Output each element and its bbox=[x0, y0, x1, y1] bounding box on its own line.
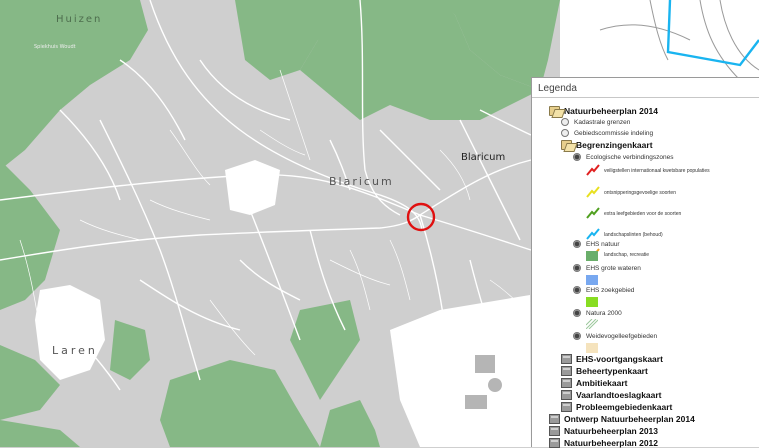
radio-icon[interactable] bbox=[573, 240, 581, 248]
legend-item-ehs-zoekgebied[interactable]: EHS zoekgebied bbox=[573, 286, 634, 294]
legend-symbol-label: landschap, recreatie bbox=[604, 252, 650, 258]
radio-icon[interactable] bbox=[561, 129, 569, 137]
legend-symbol-label: ontsnipperingsgevoelige soorten bbox=[604, 190, 676, 196]
map-label-laren: Laren bbox=[52, 344, 98, 357]
legend-item-probleemgebiedenkaart[interactable]: Probleemgebiedenkaart bbox=[561, 402, 672, 412]
legend-panel: Legenda Natuurbeheerplan 2014 Kadastrale… bbox=[531, 77, 759, 448]
folder-open-icon bbox=[549, 106, 560, 116]
folder-closed-icon bbox=[561, 402, 572, 412]
line-symbol-icon bbox=[586, 186, 600, 198]
folder-closed-icon bbox=[561, 378, 572, 388]
legend-item-ehs-voortgangskaart[interactable]: EHS-voortgangskaart bbox=[561, 354, 663, 364]
legend-item-natura-2000[interactable]: Natura 2000 bbox=[573, 309, 622, 317]
line-symbol-icon bbox=[586, 228, 600, 240]
map-label-blaricum-right: Blaricum bbox=[461, 152, 506, 163]
map-label-small: Spiekhuis Woudt bbox=[34, 44, 76, 50]
folder-open-icon bbox=[561, 140, 572, 150]
legend-swatch bbox=[586, 297, 598, 307]
legend-item-natuurbeheerplan-2013[interactable]: Natuurbeheerplan 2013 bbox=[549, 426, 658, 436]
legend-item-begrenzingenkaart[interactable]: Begrenzingenkaart bbox=[561, 140, 653, 150]
legend-symbol-label: landschapslinten (behoud) bbox=[604, 232, 663, 238]
radio-icon[interactable] bbox=[561, 118, 569, 126]
legend-swatch bbox=[586, 343, 598, 353]
folder-closed-icon bbox=[561, 354, 572, 364]
radio-icon[interactable] bbox=[573, 153, 581, 161]
legend-symbol-label: veiligstellen internationaal kwetsbare p… bbox=[604, 168, 710, 174]
legend-item-gebiedscommissie[interactable]: Gebiedscommissie indeling bbox=[561, 129, 653, 137]
radio-icon[interactable] bbox=[573, 309, 581, 317]
line-symbol-icon bbox=[586, 164, 600, 176]
legend-item-weidevogelleefgebieden[interactable]: Weidevogelleefgebieden bbox=[573, 332, 657, 340]
legend-item-kadastrale-grenzen[interactable]: Kadastrale grenzen bbox=[561, 118, 630, 126]
radio-icon[interactable] bbox=[573, 264, 581, 272]
map-label-huizen: Huizen bbox=[56, 14, 103, 25]
radio-icon[interactable] bbox=[573, 286, 581, 294]
legend-item-ambitiekaart[interactable]: Ambitiekaart bbox=[561, 378, 628, 388]
line-symbol-icon bbox=[586, 207, 600, 219]
folder-closed-icon bbox=[549, 426, 560, 436]
legend-item-natuurbeheerplan-2014[interactable]: Natuurbeheerplan 2014 bbox=[549, 106, 658, 116]
folder-closed-icon bbox=[561, 390, 572, 400]
legend-item-vaarlandtoeslagkaart[interactable]: Vaarlandtoeslagkaart bbox=[561, 390, 662, 400]
legend-item-ontwerp-natuurbeheerplan-2014[interactable]: Ontwerp Natuurbeheerplan 2014 bbox=[549, 414, 695, 424]
radio-icon[interactable] bbox=[573, 332, 581, 340]
legend-item-ecologische-verbindingszones[interactable]: Ecologische verbindingszones bbox=[573, 153, 673, 161]
map-label-blaricum-center: Blaricum bbox=[329, 175, 394, 188]
legend-item-ehs-natuur[interactable]: EHS natuur bbox=[573, 240, 620, 248]
folder-closed-icon bbox=[549, 414, 560, 424]
legend-item-ehs-grote-wateren[interactable]: EHS grote wateren bbox=[573, 264, 641, 272]
legend-divider bbox=[532, 97, 759, 98]
legend-swatch bbox=[586, 251, 598, 261]
legend-symbol-label: extra leefgebieden voor de soorten bbox=[604, 211, 682, 217]
legend-title: Legenda bbox=[538, 83, 577, 94]
legend-swatch bbox=[586, 319, 598, 329]
legend-swatch bbox=[586, 275, 598, 285]
legend-item-beheertypenkaart[interactable]: Beheertypenkaart bbox=[561, 366, 648, 376]
folder-closed-icon bbox=[561, 366, 572, 376]
